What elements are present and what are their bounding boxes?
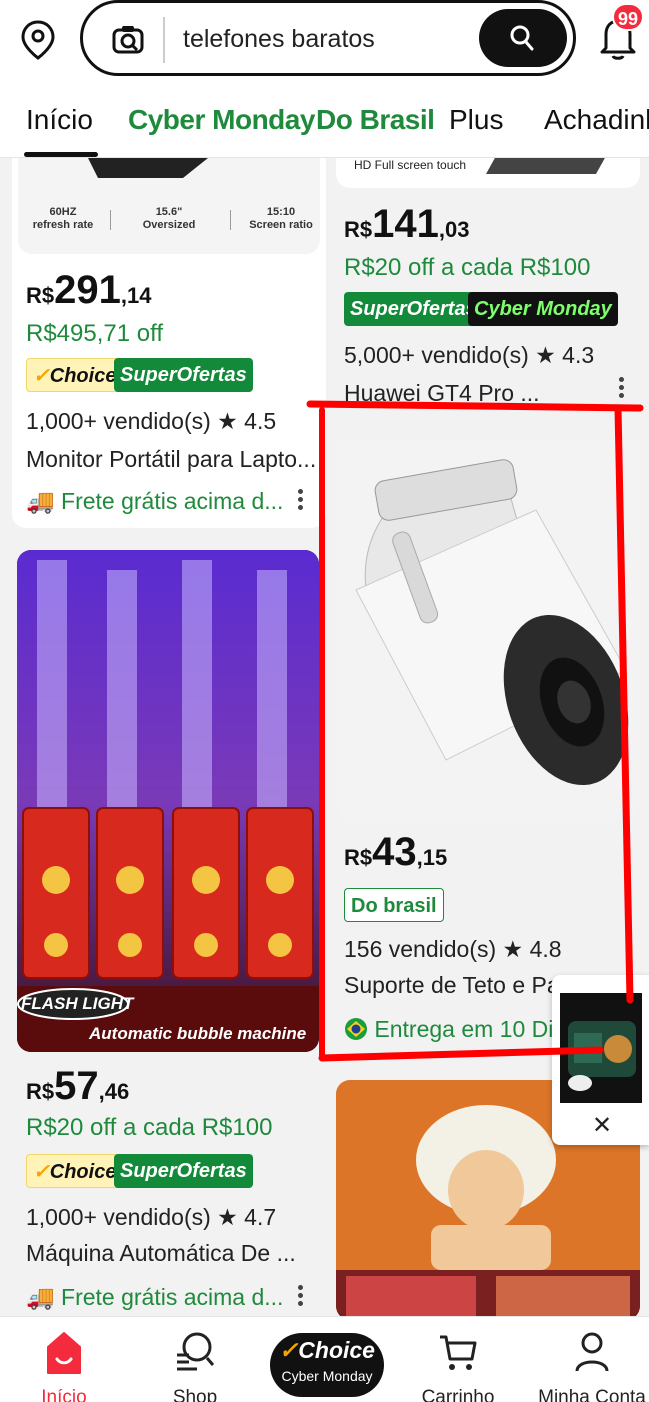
tab-inicio[interactable]: Início (26, 104, 93, 136)
huawei-title[interactable]: Huawei GT4 Pro ... (344, 380, 604, 407)
monitor-title[interactable]: Monitor Portátil para Lapto... (26, 446, 316, 473)
bubble-machine-photo (17, 550, 319, 1052)
bubble-machine-image[interactable]: FLASH LIGHT Automatic bubble machine (17, 550, 319, 1052)
monitor-image (88, 158, 208, 178)
home-icon (47, 1332, 81, 1374)
projector-sold: 156 vendido(s) ★ 4.8 (344, 936, 562, 962)
monitor-price: R$291,14 (26, 268, 152, 312)
search-icon (510, 25, 534, 51)
camera-icon[interactable] (111, 23, 145, 57)
bubble-image-caption: Automatic bubble machine (89, 1024, 307, 1043)
bubble-superofertas-tag: SuperOfertas (114, 1154, 253, 1188)
projector-photo (336, 440, 640, 818)
search-separator (163, 17, 165, 63)
nav-choice-label: Choice (298, 1337, 375, 1363)
projector-do-brasil-tag: Do brasil (344, 888, 444, 922)
huawei-more-button[interactable] (614, 374, 628, 404)
brazil-flag-icon (345, 1018, 367, 1040)
spec-refresh: 60HZ refresh rate (32, 206, 94, 231)
huawei-promo: R$20 off a cada R$100 (344, 254, 591, 281)
monitor-superofertas-tag: SuperOfertas (114, 358, 253, 392)
account-icon (575, 1332, 609, 1372)
star-icon: ★ (535, 342, 556, 368)
nav-cart-label: Carrinho (421, 1387, 495, 1402)
monitor-discount: R$495,71 off (26, 320, 164, 347)
huawei-sold: 5,000+ vendido(s) ★ 4.3 (344, 342, 595, 368)
star-icon: ★ (217, 408, 238, 434)
bubble-image-flash-light: FLASH LIGHT (21, 994, 134, 1013)
monitor-more-button[interactable] (293, 486, 307, 516)
top-bar: telefones baratos 99 (0, 0, 649, 84)
notification-badge: 99 (612, 3, 645, 31)
spec-size: 15.6" Oversized (142, 206, 196, 231)
search-box[interactable]: telefones baratos (80, 0, 576, 76)
search-input[interactable]: telefones baratos (183, 25, 375, 54)
bubble-price: R$57,46 (26, 1064, 130, 1108)
search-button[interactable] (479, 9, 567, 67)
huawei-image[interactable]: HD Full screen touch (336, 158, 640, 188)
shop-icon (177, 1332, 215, 1371)
nav-shop-label: Shop (172, 1387, 218, 1402)
tab-achadinhos[interactable]: Achadinh (544, 104, 649, 136)
huawei-superofertas-tag: SuperOfertas (344, 292, 483, 326)
bubble-title[interactable]: Máquina Automática De ... (26, 1240, 316, 1267)
huawei-cyber-monday-tag: Cyber Monday (468, 292, 618, 326)
huawei-image-caption: HD Full screen touch (354, 158, 467, 172)
product-feed[interactable]: 60HZ refresh rate 15.6" Oversized 15:10 Scr… (0, 158, 649, 1316)
tab-cyber-monday[interactable]: Cyber Monday (128, 104, 315, 136)
cart-icon (440, 1335, 477, 1370)
spec-ratio: 15:10 Screen ratio (249, 206, 313, 231)
nav-choice-button[interactable]: ✓Choice Cyber Monday (270, 1333, 384, 1397)
star-icon: ★ (502, 936, 524, 962)
bottom-navigation: Início Shop ✓Choice Cyber Monday Carrinh… (0, 1316, 649, 1402)
monitor-specs: 60HZ refresh rate 15.6" Oversized 15:10 Scr… (18, 158, 320, 254)
nav-account-label: Minha Conta (538, 1387, 646, 1402)
projector-image[interactable] (336, 440, 640, 818)
huawei-price: R$141,03 (344, 202, 470, 246)
truck-icon: 🚚 (26, 1284, 55, 1310)
monitor-shipping: 🚚 Frete grátis acima d... (26, 488, 284, 514)
monitor-sold: 1,000+ vendido(s) ★ 4.5 (26, 408, 277, 434)
category-tabs: Início Cyber Monday Do Brasil Plus Achad… (0, 84, 649, 158)
location-icon[interactable] (20, 20, 56, 60)
floating-video-ad[interactable]: ✕ (552, 975, 649, 1145)
bubble-promo: R$20 off a cada R$100 (26, 1114, 273, 1141)
tab-plus[interactable]: Plus (449, 104, 503, 136)
nav-choice-sublabel: Cyber Monday (281, 1368, 373, 1384)
star-icon: ★ (217, 1204, 238, 1230)
monitor-choice-tag: ✓Choice (26, 358, 124, 392)
bubble-sold: 1,000+ vendido(s) ★ 4.7 (26, 1204, 277, 1230)
projector-delivery: Entrega em 10 Dia (344, 1016, 554, 1043)
bubble-shipping: 🚚 Frete grátis acima d... (26, 1284, 284, 1310)
projector-title[interactable]: Suporte de Teto e Par (344, 972, 564, 999)
active-tab-indicator (24, 152, 98, 157)
tab-do-brasil[interactable]: Do Brasil (316, 104, 435, 136)
close-icon[interactable]: ✕ (592, 1111, 612, 1140)
bubble-choice-tag: ✓Choice (26, 1154, 124, 1188)
radio-product-image (560, 993, 642, 1103)
bubble-more-button[interactable] (293, 1282, 307, 1312)
nav-home-label: Início (41, 1387, 87, 1402)
truck-icon: 🚚 (26, 488, 55, 514)
projector-price: R$43,15 (344, 830, 448, 874)
